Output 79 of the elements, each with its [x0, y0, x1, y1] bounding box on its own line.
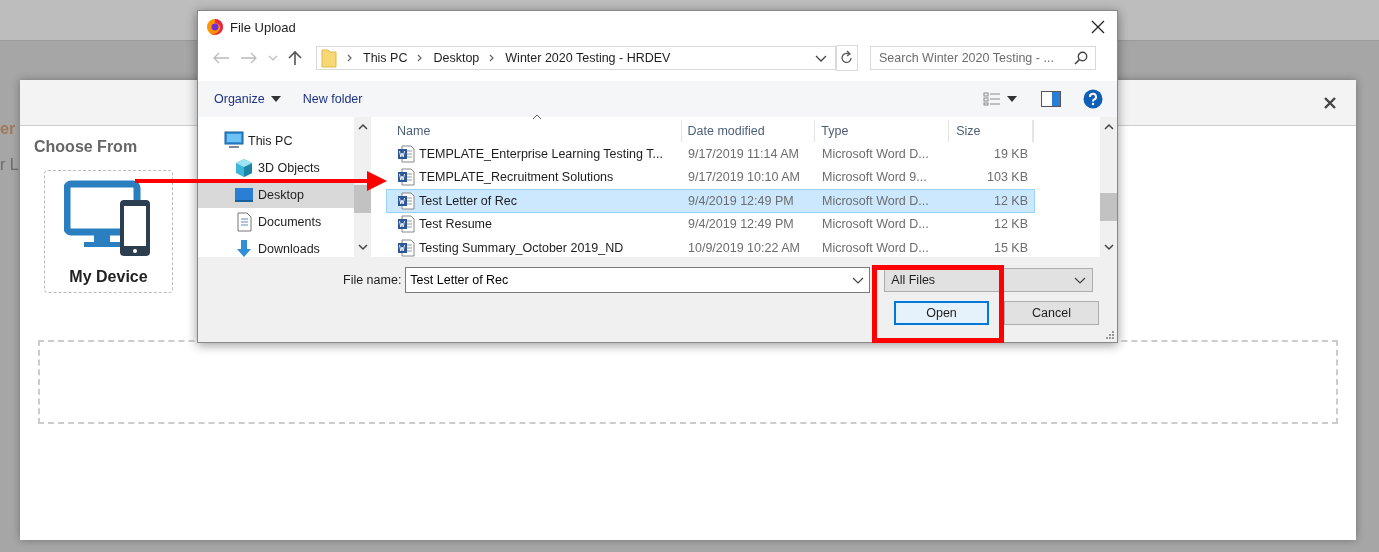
help-icon[interactable]: [1083, 89, 1103, 109]
address-bar[interactable]: This PC Desktop Winter 2020 Testing - HRDEV: [316, 46, 836, 70]
resize-grip-icon[interactable]: [1106, 331, 1114, 339]
word-document-icon: [397, 238, 415, 257]
file-size: 12 KB: [993, 217, 1028, 232]
file-size: 19 KB: [993, 146, 1028, 161]
cancel-button[interactable]: Cancel: [1004, 301, 1099, 325]
sort-caret-icon: [532, 114, 542, 120]
caret-icon: [270, 96, 281, 102]
search-field[interactable]: Search Winter 2020 Testing - ...: [870, 46, 1096, 70]
search-icon: [1074, 51, 1088, 65]
file-name-field[interactable]: Test Letter of Rec: [405, 267, 871, 293]
file-type: Microsoft Word D...: [822, 240, 929, 255]
file-type: Microsoft Word 9...: [822, 170, 927, 185]
nav-item[interactable]: Downloads: [198, 235, 354, 262]
file-size: 12 KB: [993, 193, 1028, 208]
file-date: 9/4/2019 12:49 PM: [688, 193, 794, 208]
file-row[interactable]: TEMPLATE_Recruitment Solutions 9/17/2019 10:10 AM Microsoft Word 9... 103 KB: [386, 165, 1035, 189]
dialog-title: File Upload: [230, 19, 297, 35]
file-type: Microsoft Word D...: [822, 146, 929, 161]
new-folder-button[interactable]: New folder: [298, 90, 367, 108]
close-icon[interactable]: [1091, 20, 1105, 34]
chevron-down-icon: [1074, 276, 1087, 284]
file-row[interactable]: TEMPLATE_Enterprise Learning Testing T... 9/17/2019 11:14 AM Microsoft Word D... 19 KB: [386, 142, 1035, 166]
list-view-icon: [983, 92, 1001, 106]
partial-text: er: [0, 120, 16, 138]
file-date: 9/17/2019 11:14 AM: [688, 146, 799, 161]
breadcrumb-item[interactable]: Winter 2020 Testing - HRDEV: [505, 51, 671, 65]
file-row[interactable]: Test Letter of Rec 9/4/2019 12:49 PM Microsoft Word D... 12 KB: [386, 189, 1035, 213]
file-row[interactable]: Test Resume 9/4/2019 12:49 PM Microsoft Word D... 12 KB: [386, 212, 1035, 236]
cube-icon: [234, 157, 254, 178]
column-header[interactable]: Name: [387, 120, 682, 142]
preview-pane-icon[interactable]: [1041, 91, 1061, 107]
file-name: Test Letter of Rec: [419, 193, 517, 208]
field-label: File name:: [343, 273, 402, 287]
column-header[interactable]: Type: [815, 120, 950, 142]
up-arrow-icon[interactable]: [288, 50, 302, 66]
nav-item[interactable]: This PC: [198, 127, 354, 154]
chevron-right-icon: [346, 53, 354, 63]
file-type: Microsoft Word D...: [822, 193, 929, 208]
close-icon[interactable]: [1323, 95, 1337, 110]
file-name: TEMPLATE_Recruitment Solutions: [419, 170, 614, 185]
my-device-tile[interactable]: My Device: [44, 170, 173, 293]
word-document-icon: [397, 215, 415, 234]
nav-item[interactable]: 3D Objects: [198, 154, 354, 181]
word-document-icon: [397, 168, 415, 187]
organize-button[interactable]: Organize: [210, 90, 285, 108]
file-name: TEMPLATE_Enterprise Learning Testing T...: [419, 146, 663, 161]
scrollbar-thumb[interactable]: [1100, 193, 1117, 221]
chevron-down-icon[interactable]: [815, 54, 827, 62]
section-title: Choose From: [34, 138, 138, 156]
monitor-icon: [224, 130, 244, 151]
file-name: Testing Summary_October 2019_ND: [419, 240, 624, 255]
file-date: 10/9/2019 10:22 AM: [688, 240, 800, 255]
file-date: 9/17/2019 10:10 AM: [688, 170, 800, 185]
nav-item[interactable]: Documents: [198, 208, 354, 235]
browser-logo-icon: [206, 18, 224, 36]
file-name: Test Resume: [419, 217, 492, 232]
caret-icon: [1007, 96, 1017, 102]
word-document-icon: [397, 191, 415, 210]
breadcrumb-item[interactable]: Desktop: [433, 51, 480, 65]
file-type-dropdown[interactable]: All Files: [884, 268, 1094, 292]
download-arrow-icon: [234, 238, 254, 259]
document-icon: [234, 211, 254, 232]
file-date: 9/4/2019 12:49 PM: [688, 217, 794, 232]
open-button[interactable]: Open: [894, 301, 989, 325]
word-document-icon: [397, 144, 415, 163]
file-size: 103 KB: [987, 170, 1028, 185]
folder-icon: [321, 48, 337, 68]
chevron-down-icon[interactable]: [852, 276, 865, 284]
refresh-icon[interactable]: [836, 45, 858, 71]
file-type: Microsoft Word D...: [822, 217, 929, 232]
file-row[interactable]: Testing Summary_October 2019_ND 10/9/2019 10:22 AM Microsoft Word D... 15 KB: [386, 236, 1035, 260]
breadcrumb-item[interactable]: This PC: [363, 51, 408, 65]
column-header[interactable]: Size: [949, 120, 1033, 142]
scrollbar-thumb[interactable]: [354, 185, 371, 213]
column-header[interactable]: Date modified: [681, 120, 816, 142]
file-size: 15 KB: [993, 240, 1028, 255]
nav-item[interactable]: Desktop: [198, 181, 354, 208]
